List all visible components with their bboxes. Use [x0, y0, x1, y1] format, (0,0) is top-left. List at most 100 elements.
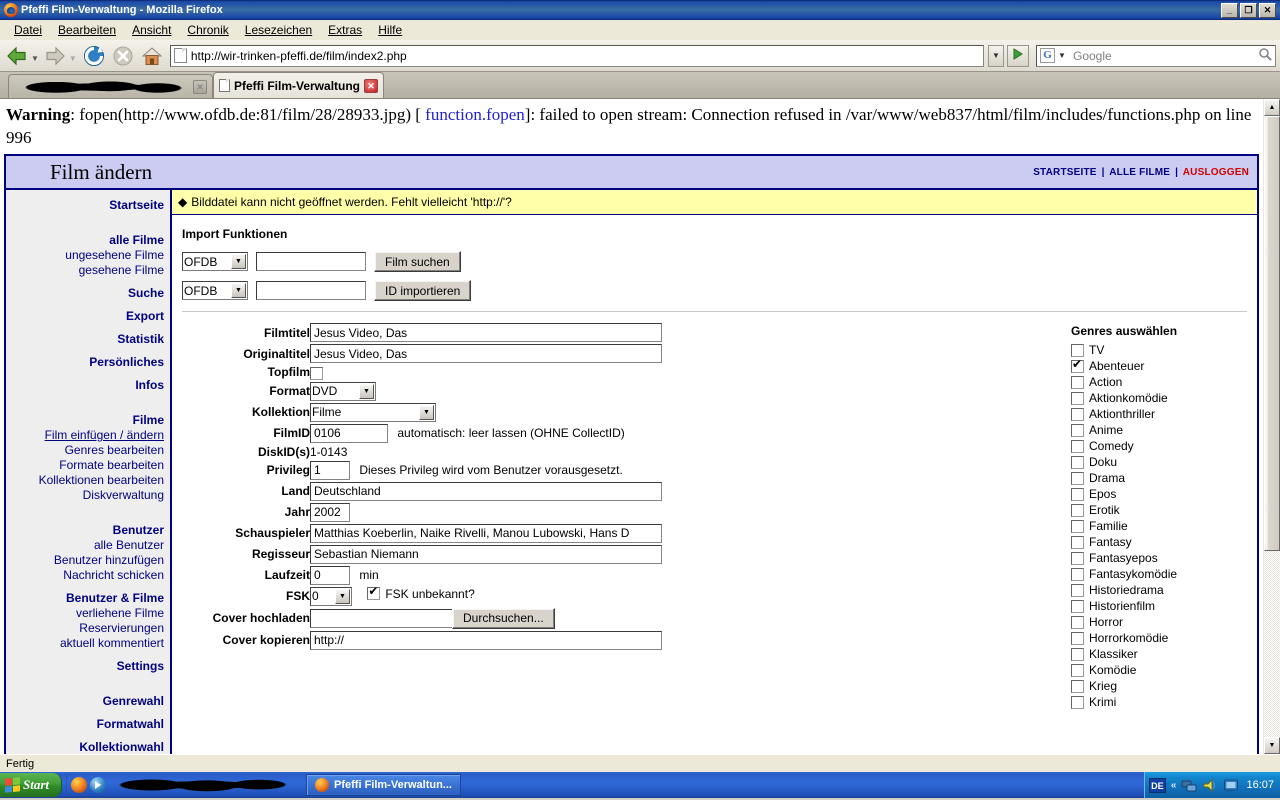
checkbox-genre-fantasykomödie[interactable] — [1071, 568, 1084, 581]
nav-startseite[interactable]: STARTSEITE — [1033, 167, 1096, 178]
import-id-input[interactable] — [256, 281, 366, 300]
checkbox-genre-anime[interactable] — [1071, 424, 1084, 437]
menu-bearbeiten[interactable]: Bearbeiten — [50, 21, 124, 39]
media-player-icon[interactable] — [90, 777, 106, 793]
scrollbar-thumb[interactable] — [1264, 116, 1280, 551]
durchsuchen-button[interactable]: Durchsuchen... — [452, 608, 555, 629]
search-engine-dropdown-icon[interactable]: ▼ — [1056, 45, 1068, 67]
taskbar-item-firefox[interactable]: Pfeffi Film-Verwaltun... — [306, 774, 461, 796]
sidebar-item-film-einfügen-ändern[interactable]: Film einfügen / ändern — [10, 428, 164, 443]
menu-chronik[interactable]: Chronik — [179, 21, 236, 39]
sidebar-item-benutzer-filme[interactable]: Benutzer & Filme — [10, 591, 164, 606]
forward-button[interactable] — [42, 42, 68, 70]
checkbox-genre-familie[interactable] — [1071, 520, 1084, 533]
checkbox-genre-krimi[interactable] — [1071, 696, 1084, 709]
page-scrollbar[interactable]: ▲ ▼ — [1263, 99, 1280, 754]
display-icon[interactable] — [1223, 778, 1239, 793]
import-search-input[interactable] — [256, 252, 366, 271]
sidebar-item-statistik[interactable]: Statistik — [10, 332, 164, 347]
checkbox-genre-fantasy[interactable] — [1071, 536, 1084, 549]
select-format[interactable]: DVD — [310, 382, 376, 401]
id-importieren-button[interactable]: ID importieren — [374, 280, 471, 301]
checkbox-fsk-unbekannt[interactable] — [367, 587, 380, 600]
checkbox-genre-action[interactable] — [1071, 376, 1084, 389]
close-button[interactable]: ✕ — [1259, 3, 1276, 18]
sidebar-item-benutzer[interactable]: Benutzer — [10, 523, 164, 538]
sidebar-item-nachricht-schicken[interactable]: Nachricht schicken — [10, 568, 164, 583]
menu-ansicht[interactable]: Ansicht — [124, 21, 179, 39]
checkbox-genre-tv[interactable] — [1071, 344, 1084, 357]
input-originaltitel[interactable] — [310, 344, 662, 363]
sidebar-item-verliehene-filme[interactable]: verliehene Filme — [10, 606, 164, 621]
minimize-button[interactable]: _ — [1221, 3, 1238, 18]
sidebar-item-filme[interactable]: Filme — [10, 413, 164, 428]
select-kollektion[interactable]: Filme — [310, 403, 436, 422]
import-source-select-1[interactable]: OFDB — [182, 252, 248, 271]
checkbox-genre-epos[interactable] — [1071, 488, 1084, 501]
checkbox-genre-drama[interactable] — [1071, 472, 1084, 485]
input-cover-upload[interactable] — [310, 609, 453, 628]
scroll-up-button[interactable]: ▲ — [1264, 99, 1280, 116]
sidebar-item-suche[interactable]: Suche — [10, 286, 164, 301]
menu-datei[interactable]: Datei — [6, 21, 50, 39]
input-regisseur[interactable] — [310, 545, 662, 564]
language-indicator[interactable]: DE — [1149, 778, 1166, 793]
film-suchen-button[interactable]: Film suchen — [374, 251, 461, 272]
checkbox-genre-doku[interactable] — [1071, 456, 1084, 469]
sidebar-item-diskverwaltung[interactable]: Diskverwaltung — [10, 488, 164, 503]
checkbox-topfilm[interactable] — [310, 367, 323, 380]
start-button[interactable]: Start — [0, 773, 62, 797]
sidebar-item-settings[interactable]: Settings — [10, 659, 164, 674]
sidebar-item-startseite[interactable]: Startseite — [10, 198, 164, 213]
checkbox-genre-horror[interactable] — [1071, 616, 1084, 629]
input-laufzeit[interactable] — [310, 566, 350, 585]
reload-button[interactable] — [80, 42, 108, 70]
close-icon[interactable]: ✕ — [193, 80, 207, 94]
sidebar-item-formatwahl[interactable]: Formatwahl — [10, 717, 164, 732]
network-icon[interactable] — [1181, 778, 1197, 793]
close-icon[interactable]: ✕ — [364, 79, 378, 93]
search-input[interactable]: Google — [1068, 49, 1255, 63]
checkbox-genre-fantasyepos[interactable] — [1071, 552, 1084, 565]
sidebar-item-infos[interactable]: Infos — [10, 378, 164, 393]
checkbox-genre-horrorkomödie[interactable] — [1071, 632, 1084, 645]
input-land[interactable] — [310, 482, 662, 501]
sidebar-item-benutzer-hinzufügen[interactable]: Benutzer hinzufügen — [10, 553, 164, 568]
redacted-taskbar-item[interactable] — [111, 775, 296, 795]
select-fsk[interactable]: 0 — [310, 587, 352, 606]
checkbox-genre-abenteuer[interactable] — [1071, 360, 1084, 373]
sidebar-item-ungesehene-filme[interactable]: ungesehene Filme — [10, 248, 164, 263]
checkbox-genre-aktionthriller[interactable] — [1071, 408, 1084, 421]
sidebar-item-alle-filme[interactable]: alle Filme — [10, 233, 164, 248]
sidebar-item-export[interactable]: Export — [10, 309, 164, 324]
checkbox-genre-klassiker[interactable] — [1071, 648, 1084, 661]
sidebar-item-formate-bearbeiten[interactable]: Formate bearbeiten — [10, 458, 164, 473]
menu-hilfe[interactable]: Hilfe — [370, 21, 410, 39]
checkbox-genre-erotik[interactable] — [1071, 504, 1084, 517]
nav-alle-filme[interactable]: ALLE FILME — [1109, 167, 1170, 178]
sidebar-item-alle-benutzer[interactable]: alle Benutzer — [10, 538, 164, 553]
checkbox-genre-historienfilm[interactable] — [1071, 600, 1084, 613]
browser-tab-redacted[interactable]: ✕ — [8, 74, 213, 98]
menu-lesezeichen[interactable]: Lesezeichen — [237, 21, 320, 39]
input-filmtitel[interactable] — [310, 323, 662, 342]
scrollbar-track[interactable] — [1264, 116, 1280, 737]
input-filmid[interactable] — [310, 424, 388, 443]
back-history-caret-icon[interactable]: ▼ — [31, 54, 39, 63]
checkbox-genre-aktionkomödie[interactable] — [1071, 392, 1084, 405]
warning-link[interactable]: function.fopen — [425, 105, 525, 124]
input-schauspieler[interactable] — [310, 524, 662, 543]
sidebar-item-persönliches[interactable]: Persönliches — [10, 355, 164, 370]
browser-tab-active[interactable]: Pfeffi Film-Verwaltung ✕ — [213, 72, 384, 98]
checkbox-genre-krieg[interactable] — [1071, 680, 1084, 693]
clock[interactable]: 16:07 — [1246, 779, 1274, 791]
checkbox-genre-comedy[interactable] — [1071, 440, 1084, 453]
url-bar[interactable]: http://wir-trinken-pfeffi.de/film/index2… — [170, 45, 984, 67]
sidebar-item-gesehene-filme[interactable]: gesehene Filme — [10, 263, 164, 278]
search-magnifier-icon[interactable] — [1255, 47, 1275, 64]
back-button[interactable] — [4, 42, 30, 70]
tray-expand-icon[interactable]: « — [1171, 780, 1177, 791]
import-source-select-2[interactable]: OFDB — [182, 281, 248, 300]
volume-icon[interactable] — [1202, 778, 1218, 793]
input-jahr[interactable] — [310, 503, 350, 522]
